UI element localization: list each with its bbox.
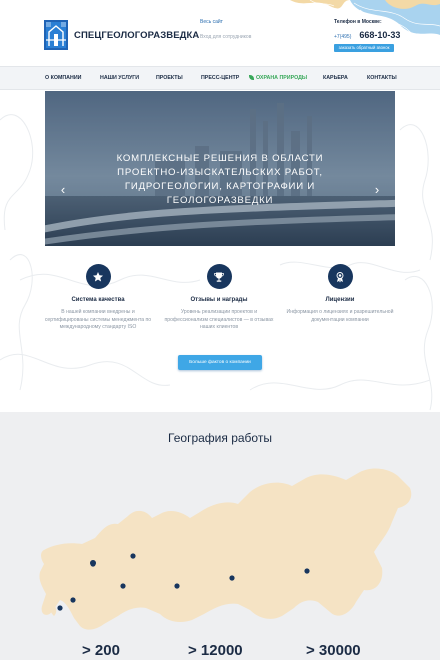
geography-title: География работы <box>168 431 272 445</box>
feature-title: Система качества <box>71 297 125 303</box>
nav-item-contacts[interactable]: КОНТАКТЫ <box>367 75 397 81</box>
feature-text: Информация о лицензиях и разрешительной … <box>286 309 394 323</box>
feature-title: Лицензии <box>325 297 355 303</box>
stat-value: > 12000 <box>188 642 243 659</box>
phone-block: Телефон в Москве: +7(495) 668-10-33 зака… <box>334 19 400 52</box>
map-marker-icon <box>130 553 136 559</box>
more-facts-button[interactable]: Больше фактов о компании <box>178 355 262 370</box>
site-header: СПЕЦГЕОЛОГОРАЗВЕДКА Весь сайт Вход для с… <box>0 0 440 66</box>
feature-text: Уровень реализации проектов и профессион… <box>164 309 274 331</box>
header-links: Весь сайт Вход для сотрудников <box>200 19 251 40</box>
russia-map <box>39 468 412 630</box>
nav-item-services[interactable]: НАШИ УСЛУГИ <box>100 75 139 81</box>
geography-section: География работы <box>0 412 440 660</box>
nav-item-projects[interactable]: ПРОЕКТЫ <box>156 75 183 81</box>
stat-value: > 200 <box>82 642 120 659</box>
slider-next-arrow[interactable]: › <box>372 183 382 197</box>
logo-mark-icon <box>44 20 68 50</box>
staff-login-link[interactable]: Вход для сотрудников <box>200 34 251 40</box>
nav-item-about[interactable]: О КОМПАНИИ <box>45 75 81 81</box>
map-marker-icon <box>229 575 235 581</box>
logo-text: СПЕЦГЕОЛОГОРАЗВЕДКА <box>74 29 200 41</box>
feature-licenses[interactable]: Лицензии Информация о лицензиях и разреш… <box>285 264 395 324</box>
trophy-icon <box>206 264 232 289</box>
hero-slider: КОМПЛЕКСНЫЕ РЕШЕНИЯ В ОБЛАСТИ ПРОЕКТНО-И… <box>45 91 395 246</box>
nav-item-nature[interactable]: ОХРАНА ПРИРОДЫ <box>249 75 307 81</box>
all-site-link[interactable]: Весь сайт <box>200 19 251 25</box>
logo[interactable]: СПЕЦГЕОЛОГОРАЗВЕДКА <box>44 20 199 50</box>
russia-shape <box>39 468 412 630</box>
callback-button[interactable]: заказать обратный звонок <box>334 44 394 52</box>
hero-title: КОМПЛЕКСНЫЕ РЕШЕНИЯ В ОБЛАСТИ ПРОЕКТНО-И… <box>116 153 324 206</box>
nav-item-nature-label: ОХРАНА ПРИРОДЫ <box>256 75 308 81</box>
leaf-icon <box>249 75 254 80</box>
slider-prev-arrow[interactable]: ‹ <box>58 183 68 197</box>
map-marker-icon <box>57 605 63 611</box>
map-marker-icon <box>90 561 96 567</box>
star-icon <box>85 264 111 289</box>
feature-text: В нашей компании внедрены и сертифициров… <box>44 309 152 331</box>
map-marker-icon <box>120 583 126 589</box>
phone-row: +7(495) 668-10-33 <box>334 30 400 40</box>
main-nav: О КОМПАНИИ НАШИ УСЛУГИ ПРОЕКТЫ ПРЕСС-ЦЕН… <box>0 66 440 90</box>
phone-number[interactable]: 668-10-33 <box>359 30 400 40</box>
nav-item-career[interactable]: КАРЬЕРА <box>323 75 348 81</box>
feature-title: Отзывы и награды <box>190 297 248 303</box>
phone-code: +7(495) <box>334 34 352 40</box>
feature-quality[interactable]: Система качества В нашей компании внедре… <box>43 264 153 332</box>
medal-icon <box>327 264 353 289</box>
feature-reviews[interactable]: Отзывы и награды Уровень реализации прое… <box>164 264 274 332</box>
phone-caption: Телефон в Москве: <box>334 19 382 25</box>
stat-value: > 30000 <box>306 642 361 659</box>
nav-item-press[interactable]: ПРЕСС-ЦЕНТР <box>201 75 239 81</box>
map-marker-icon <box>70 597 76 603</box>
map-marker-icon <box>174 583 180 589</box>
map-marker-icon <box>304 568 310 574</box>
